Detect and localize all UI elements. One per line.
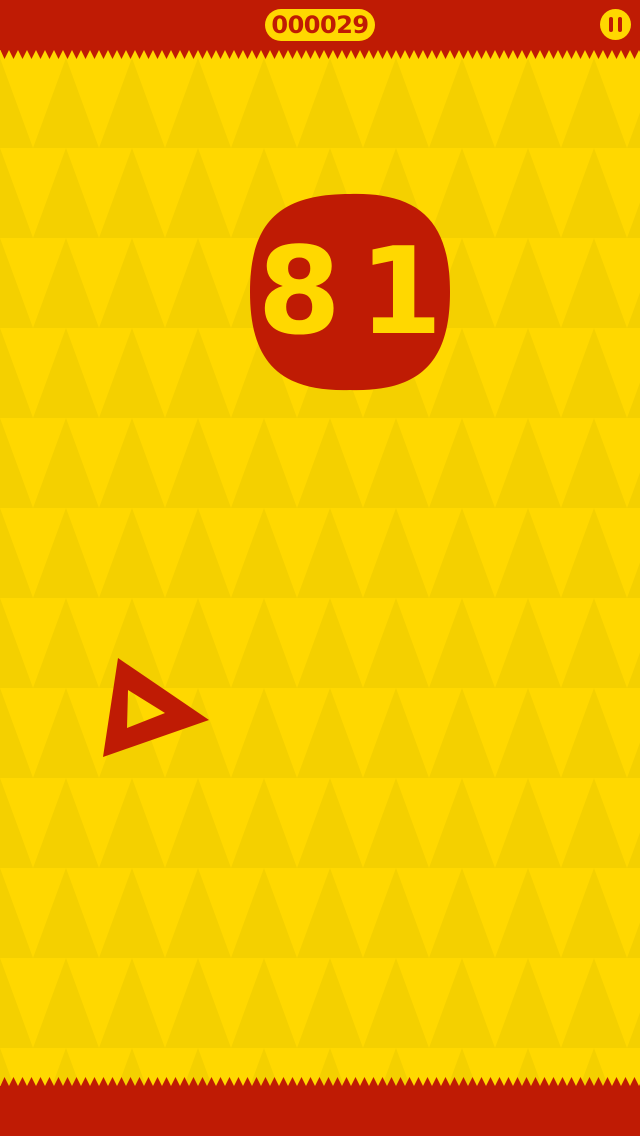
- score-display: 000029: [265, 9, 375, 41]
- bottom-bar: [0, 1086, 640, 1136]
- score-value: 000029: [271, 11, 369, 39]
- game-screen[interactable]: 000029 81: [0, 0, 640, 1136]
- triangle-background-pattern: [0, 58, 640, 1136]
- pause-button[interactable]: [600, 9, 631, 40]
- bottom-spike-border: [0, 1077, 640, 1087]
- top-spike-border: [0, 49, 640, 59]
- counter-value: 81: [257, 222, 461, 362]
- pause-icon: [609, 17, 613, 32]
